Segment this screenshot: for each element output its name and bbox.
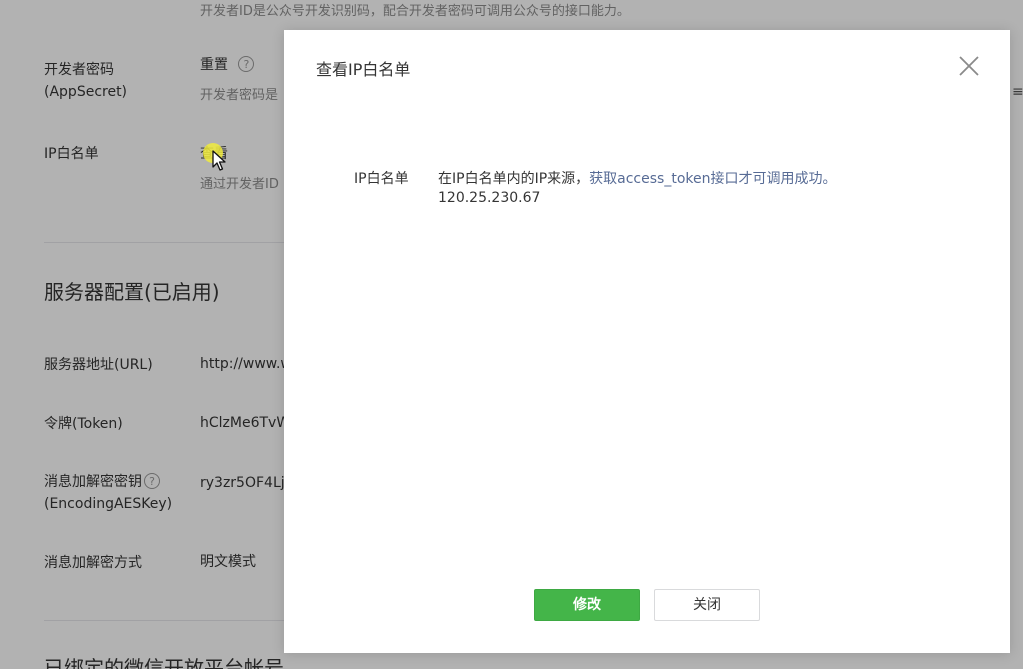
- ip-whitelist-dialog: 查看IP白名单 IP白名单 在IP白名单内的IP来源，获取access_toke…: [284, 30, 1010, 653]
- close-icon[interactable]: [956, 53, 982, 79]
- ip-address: 120.25.230.67: [438, 190, 541, 206]
- ip-whitelist-description: 在IP白名单内的IP来源，获取access_token接口才可调用成功。: [438, 168, 836, 188]
- cursor-arrow-icon: [212, 150, 226, 171]
- description-text: 在IP白名单内的IP来源，: [438, 171, 590, 187]
- close-button[interactable]: 关闭: [654, 589, 760, 621]
- mouse-cursor: [203, 141, 233, 175]
- access-token-link[interactable]: 获取access_token接口才可调用成功。: [589, 171, 836, 187]
- modify-button[interactable]: 修改: [534, 589, 640, 621]
- ip-whitelist-field-label: IP白名单: [354, 171, 409, 187]
- dialog-title: 查看IP白名单: [316, 60, 411, 79]
